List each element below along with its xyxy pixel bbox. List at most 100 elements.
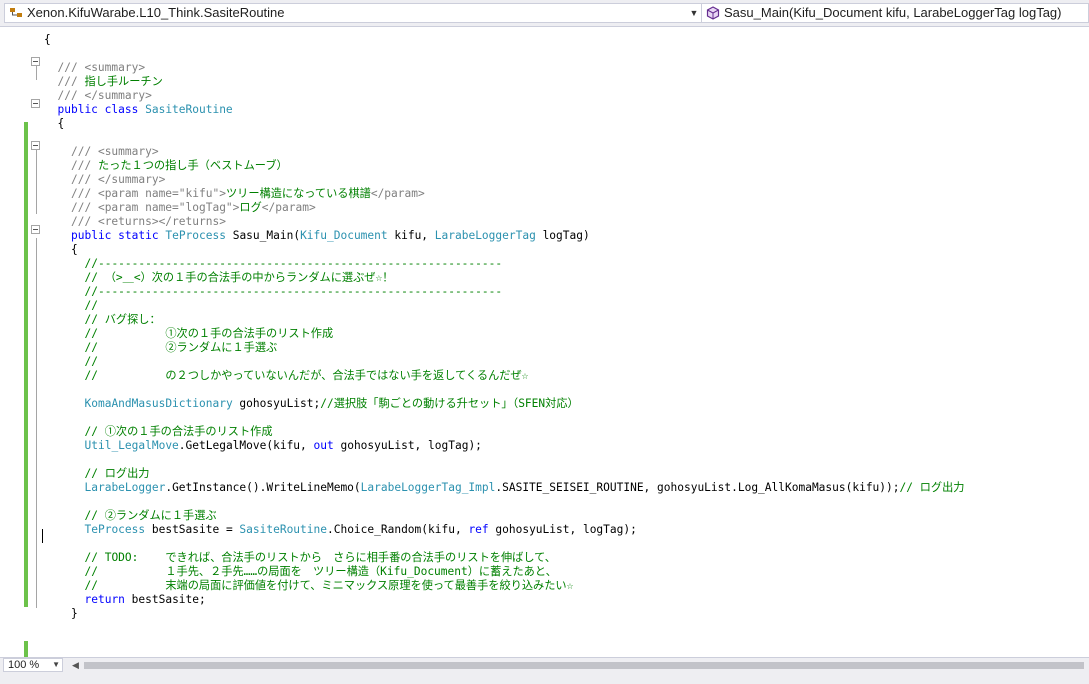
horizontal-scrollbar[interactable]: ◀ — [70, 659, 1085, 671]
code-line[interactable]: LarabeLogger.GetInstance().WriteLineMemo… — [85, 481, 965, 495]
code-token: <returns></returns> — [97, 215, 226, 228]
code-token: //--------------------------------------… — [84, 285, 503, 298]
editor-bottom-bar: 100 % ▼ ◀ — [0, 657, 1089, 673]
code-token: ログ — [239, 201, 262, 214]
code-token: /// — [57, 61, 85, 74]
code-token: gohosyuList, logTag); — [333, 439, 482, 452]
chevron-down-icon[interactable]: ▼ — [687, 4, 701, 22]
code-token: // ログ出力 — [899, 481, 965, 494]
code-token: /// — [57, 89, 85, 102]
code-line[interactable]: // ログ出力 — [85, 467, 150, 481]
code-token: <summary> — [97, 145, 159, 158]
code-token: TeProcess — [84, 523, 146, 536]
code-token: // TODO: できれば、合法手のリストから さらに相手番の合法手のリストを伸… — [84, 551, 557, 564]
chevron-down-icon[interactable]: ▼ — [52, 659, 60, 671]
code-line[interactable]: return bestSasite; — [85, 593, 206, 607]
code-line[interactable]: // ①次の１手の合法手のリスト作成 — [85, 425, 273, 439]
code-line[interactable]: // （>＿<）次の１手の合法手の中からランダムに選ぶぜ☆！ — [85, 271, 394, 285]
code-line[interactable]: // — [85, 299, 98, 313]
code-token: LarabeLogger — [84, 481, 166, 494]
code-line[interactable]: /// </summary> — [71, 173, 165, 187]
code-token: /// — [71, 201, 98, 214]
scrollbar-thumb[interactable] — [84, 662, 1084, 669]
code-line[interactable]: // — [85, 355, 98, 369]
member-selector-dropdown[interactable]: Sasu_Main(Kifu_Document kifu, LarabeLogg… — [701, 3, 1089, 23]
code-token: kifu, — [387, 229, 435, 242]
code-line[interactable]: public static TeProcess Sasu_Main(Kifu_D… — [71, 229, 590, 243]
code-token: </param> — [261, 201, 316, 214]
change-indicator-bar — [24, 122, 28, 607]
code-token: SasiteRoutine — [239, 523, 327, 536]
code-line[interactable]: { — [44, 33, 51, 47]
code-line[interactable]: // ②ランダムに１手選ぶ — [85, 341, 278, 355]
code-token: return — [84, 593, 125, 606]
code-token: Sasu_Main( — [225, 229, 301, 242]
code-token: //--------------------------------------… — [84, 257, 503, 270]
code-line[interactable]: // TODO: できれば、合法手のリストから さらに相手番の合法手のリストを伸… — [85, 551, 557, 565]
method-icon — [706, 6, 720, 20]
code-line[interactable]: /// <returns></returns> — [71, 215, 226, 229]
code-token: // ログ出力 — [84, 467, 150, 480]
scroll-left-arrow-icon[interactable]: ◀ — [72, 660, 79, 670]
code-editor[interactable]: {/// <summary>/// 指し手ルーチン/// </summary> p… — [0, 27, 1089, 657]
code-line[interactable]: // ①次の１手の合法手のリスト作成 — [85, 327, 334, 341]
code-line[interactable]: /// <param name="logTag">ログ</param> — [71, 201, 316, 215]
text-caret — [42, 529, 43, 543]
code-token: // ②ランダムに１手選ぶ — [84, 509, 217, 522]
code-token: { — [44, 33, 51, 46]
code-line[interactable]: KomaAndMasusDictionary gohosyuList;//選択肢… — [85, 397, 579, 411]
code-token: Util_LegalMove — [84, 439, 179, 452]
code-token: たった１つの指し手（ベストムーブ） — [97, 159, 288, 172]
change-indicator-bar — [24, 641, 28, 657]
code-token: logTag) — [535, 229, 590, 242]
code-line[interactable]: // 末端の局面に評価値を付けて、ミニマックス原理を使って最善手を絞り込みたい☆ — [85, 579, 574, 593]
selection-margin[interactable] — [0, 27, 20, 657]
type-selector-dropdown[interactable]: Xenon.KifuWarabe.L10_Think.SasiteRoutine… — [4, 3, 702, 23]
code-line[interactable]: //--------------------------------------… — [85, 285, 503, 299]
code-token: out — [313, 439, 334, 452]
navigation-bar: Xenon.KifuWarabe.L10_Think.SasiteRoutine… — [0, 0, 1089, 27]
code-line[interactable]: { — [71, 243, 78, 257]
collapse-toggle[interactable] — [31, 99, 40, 108]
code-token: </param> — [370, 187, 425, 200]
code-line[interactable]: /// 指し手ルーチン — [58, 75, 163, 89]
code-line[interactable]: //--------------------------------------… — [85, 257, 503, 271]
code-line[interactable]: public class SasiteRoutine — [58, 103, 233, 117]
collapse-toggle[interactable] — [31, 57, 40, 66]
code-token: } — [71, 607, 78, 620]
collapse-toggle[interactable] — [31, 225, 40, 234]
code-line[interactable]: // バグ探し： — [85, 313, 161, 327]
code-line[interactable]: /// </summary> — [58, 89, 152, 103]
code-line[interactable]: TeProcess bestSasite = SasiteRoutine.Cho… — [85, 523, 637, 537]
code-token: // の２つしかやっていないんだが、合法手ではない手を返してくるんだぜ☆ — [84, 369, 529, 382]
code-line[interactable]: /// <param name="kifu">ツリー構造になっている棋譜</pa… — [71, 187, 425, 201]
code-line[interactable]: } — [71, 607, 78, 621]
footer-strip — [0, 673, 1089, 684]
collapse-toggle[interactable] — [31, 141, 40, 150]
code-line[interactable]: /// <summary> — [58, 61, 146, 75]
code-token: .Choice_Random(kifu, — [326, 523, 469, 536]
code-line[interactable]: // の２つしかやっていないんだが、合法手ではない手を返してくるんだぜ☆ — [85, 369, 529, 383]
code-token: static — [118, 229, 159, 242]
code-line[interactable]: /// <summary> — [71, 145, 159, 159]
zoom-level-dropdown[interactable]: 100 % ▼ — [3, 658, 63, 672]
code-token: public — [57, 103, 98, 116]
code-token: /// — [71, 173, 98, 186]
code-token: /// — [57, 75, 85, 88]
code-token: .GetInstance().WriteLineMemo( — [165, 481, 361, 494]
code-token: 指し手ルーチン — [84, 75, 163, 88]
code-token: // — [84, 299, 98, 312]
code-line[interactable]: { — [58, 117, 65, 131]
code-token: /// — [71, 187, 98, 200]
code-line[interactable]: Util_LegalMove.GetLegalMove(kifu, out go… — [85, 439, 482, 453]
code-token: { — [57, 117, 65, 130]
code-token: // ②ランダムに１手選ぶ — [84, 341, 278, 354]
code-line[interactable]: // １手先、２手先……の局面を ツリー構造（Kifu_Document）に蓄え… — [85, 565, 557, 579]
code-token: bestSasite = — [145, 523, 240, 536]
code-line[interactable]: /// たった１つの指し手（ベストムーブ） — [71, 159, 288, 173]
code-token: </summary> — [97, 173, 166, 186]
code-line[interactable]: // ②ランダムに１手選ぶ — [85, 509, 217, 523]
code-token: gohosyuList, logTag); — [488, 523, 637, 536]
code-token: TeProcess — [165, 229, 226, 242]
